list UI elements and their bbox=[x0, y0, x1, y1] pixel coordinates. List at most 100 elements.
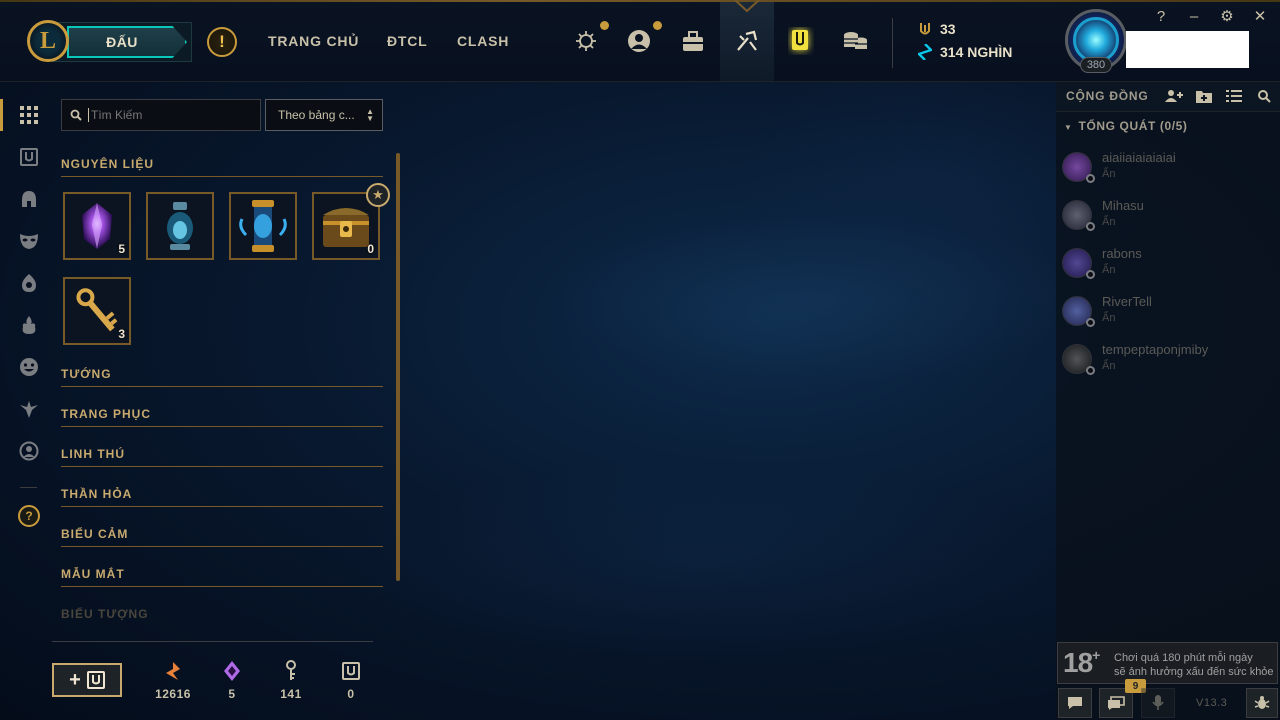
age-plus: + bbox=[1092, 646, 1100, 663]
loot-help-icon[interactable]: ? bbox=[18, 505, 40, 527]
star-badge-icon[interactable]: ★ bbox=[366, 183, 390, 207]
sort-dropdown-value: Theo bảng c... bbox=[278, 108, 355, 122]
minimize-button[interactable]: – bbox=[1184, 6, 1204, 26]
section-ward-skins[interactable]: MẪU MẮT bbox=[61, 567, 125, 581]
tile-count: 3 bbox=[118, 327, 125, 341]
section-summoner-icons-fire[interactable]: THẦN HỎA bbox=[61, 487, 132, 501]
section-materials[interactable]: NGUYÊN LIỆU bbox=[61, 157, 154, 171]
age-warning: Chơi quá 180 phút mỗi ngày sẽ ảnh hưởng … bbox=[1114, 651, 1274, 679]
craft-plus-label: + bbox=[69, 668, 81, 691]
chest-icon[interactable] bbox=[18, 146, 40, 168]
social-search-icon[interactable] bbox=[1255, 88, 1273, 104]
friend-row[interactable]: Mihasu Ẩn bbox=[1062, 196, 1272, 236]
social-title: CỘNG ĐỒNG bbox=[1066, 89, 1149, 103]
riot-points-display[interactable]: 314 NGHÌN bbox=[918, 44, 1012, 60]
stat-mythic-essence: 5 bbox=[207, 660, 257, 701]
eternals-icon[interactable] bbox=[18, 398, 40, 420]
help-button[interactable]: ? bbox=[1151, 6, 1171, 26]
league-logo-icon[interactable]: L bbox=[27, 20, 69, 62]
loot-tile-mastery-capsule[interactable] bbox=[229, 192, 297, 260]
store-icon[interactable] bbox=[841, 27, 869, 55]
client-version: V13.3 bbox=[1196, 697, 1228, 709]
stat-key-fragments: 141 bbox=[266, 660, 316, 701]
summoner-icon[interactable] bbox=[18, 314, 40, 336]
rail-separator bbox=[20, 487, 37, 488]
friend-name: RiverTell bbox=[1102, 294, 1152, 309]
chat-button[interactable] bbox=[1058, 688, 1092, 718]
orange-essence-icon bbox=[148, 660, 198, 682]
settings-button[interactable]: ⚙ bbox=[1217, 6, 1237, 26]
icon-profile-icon[interactable] bbox=[18, 440, 40, 462]
friend-row[interactable]: RiverTell Ẩn bbox=[1062, 292, 1272, 332]
friend-row[interactable]: tempeptaponjmiby Ẩn bbox=[1062, 340, 1272, 380]
section-divider bbox=[61, 586, 383, 587]
bug-report-button[interactable] bbox=[1246, 688, 1278, 718]
play-button[interactable]: ĐẤU bbox=[52, 22, 192, 62]
loot-tile-mastery-lantern[interactable] bbox=[146, 192, 214, 260]
section-divider bbox=[61, 426, 383, 427]
list-view-icon[interactable] bbox=[1225, 88, 1243, 104]
skin-mask-icon[interactable] bbox=[18, 230, 40, 252]
hextech-key-icon bbox=[69, 283, 125, 339]
alert-icon[interactable]: ! bbox=[207, 27, 237, 57]
loot-icon[interactable] bbox=[733, 27, 761, 55]
chat-icon bbox=[1068, 697, 1082, 709]
mastery-token-capsule-icon bbox=[235, 198, 291, 254]
tile-count: 5 bbox=[118, 242, 125, 256]
friend-row[interactable]: aiaiiaiaiaiaiai Ẩn bbox=[1062, 148, 1272, 188]
all-items-icon[interactable] bbox=[18, 104, 40, 126]
chest-icon bbox=[86, 671, 105, 689]
nav-tft[interactable]: ĐTCL bbox=[387, 33, 428, 49]
key-fragment-icon bbox=[266, 660, 316, 682]
chest-count-icon bbox=[326, 660, 376, 682]
friend-name: aiaiiaiaiaiaiai bbox=[1102, 150, 1176, 165]
search-icon bbox=[70, 109, 82, 121]
status-offline-icon bbox=[1086, 174, 1095, 183]
profile-emblem-icon[interactable] bbox=[572, 21, 609, 55]
friend-row[interactable]: rabons Ẩn bbox=[1062, 244, 1272, 284]
add-friend-icon[interactable] bbox=[1165, 88, 1183, 104]
stat-value: 141 bbox=[280, 687, 302, 701]
blue-essence-value: 33 bbox=[940, 21, 956, 37]
champion-helmet-icon[interactable] bbox=[18, 188, 40, 210]
friend-status: Ẩn bbox=[1102, 360, 1116, 372]
nav-home[interactable]: TRANG CHỦ bbox=[268, 33, 359, 49]
play-button-label[interactable]: ĐẤU bbox=[67, 26, 187, 58]
rail-active-indicator bbox=[0, 99, 3, 131]
nav-clash[interactable]: CLASH bbox=[457, 33, 509, 49]
notification-dot bbox=[600, 21, 609, 30]
status-offline-icon bbox=[1086, 318, 1095, 327]
friend-group-label: TỔNG QUÁT (0/5) bbox=[1078, 119, 1188, 133]
summoner-name-box[interactable] bbox=[1126, 31, 1249, 68]
stat-orange-essence: 12616 bbox=[148, 660, 198, 701]
status-offline-icon bbox=[1086, 366, 1095, 375]
blue-essence-display[interactable]: 33 bbox=[918, 21, 956, 37]
sort-dropdown[interactable]: Theo bảng c... ▲ ▼ bbox=[265, 99, 383, 131]
loot-tile-mythic-essence[interactable]: 5 bbox=[63, 192, 131, 260]
emote-icon[interactable] bbox=[18, 356, 40, 378]
summoner-level-badge: 380 bbox=[1080, 57, 1112, 73]
loot-search-box[interactable] bbox=[61, 99, 261, 131]
add-folder-icon[interactable] bbox=[1195, 88, 1213, 104]
loot-scrollbar[interactable] bbox=[396, 153, 400, 581]
search-input[interactable] bbox=[88, 108, 248, 122]
crafting-icon[interactable] bbox=[787, 27, 815, 55]
loot-tile-hextech-key[interactable]: 3 bbox=[63, 277, 131, 345]
section-divider bbox=[61, 176, 383, 177]
section-skins[interactable]: TRANG PHỤC bbox=[61, 407, 151, 421]
friend-status: Ẩn bbox=[1102, 168, 1116, 180]
profile-icon[interactable] bbox=[625, 21, 662, 55]
voice-button[interactable] bbox=[1141, 688, 1175, 718]
ward-icon[interactable] bbox=[18, 272, 40, 294]
section-divider bbox=[61, 506, 383, 507]
section-emotes[interactable]: BIỂU CẢM bbox=[61, 527, 128, 541]
age-rating: 18+ bbox=[1063, 646, 1100, 679]
riot-points-value: 314 NGHÌN bbox=[940, 44, 1013, 60]
section-icons[interactable]: BIỂU TƯỢNG bbox=[61, 607, 149, 621]
section-companions[interactable]: LINH THÚ bbox=[61, 447, 125, 461]
close-button[interactable]: ✕ bbox=[1250, 6, 1270, 26]
collection-icon[interactable] bbox=[679, 27, 707, 55]
section-champions[interactable]: TƯỚNG bbox=[61, 367, 112, 381]
friend-group-header[interactable]: ▼ TỔNG QUÁT (0/5) bbox=[1064, 119, 1188, 133]
craft-chest-button[interactable]: + bbox=[52, 663, 122, 697]
